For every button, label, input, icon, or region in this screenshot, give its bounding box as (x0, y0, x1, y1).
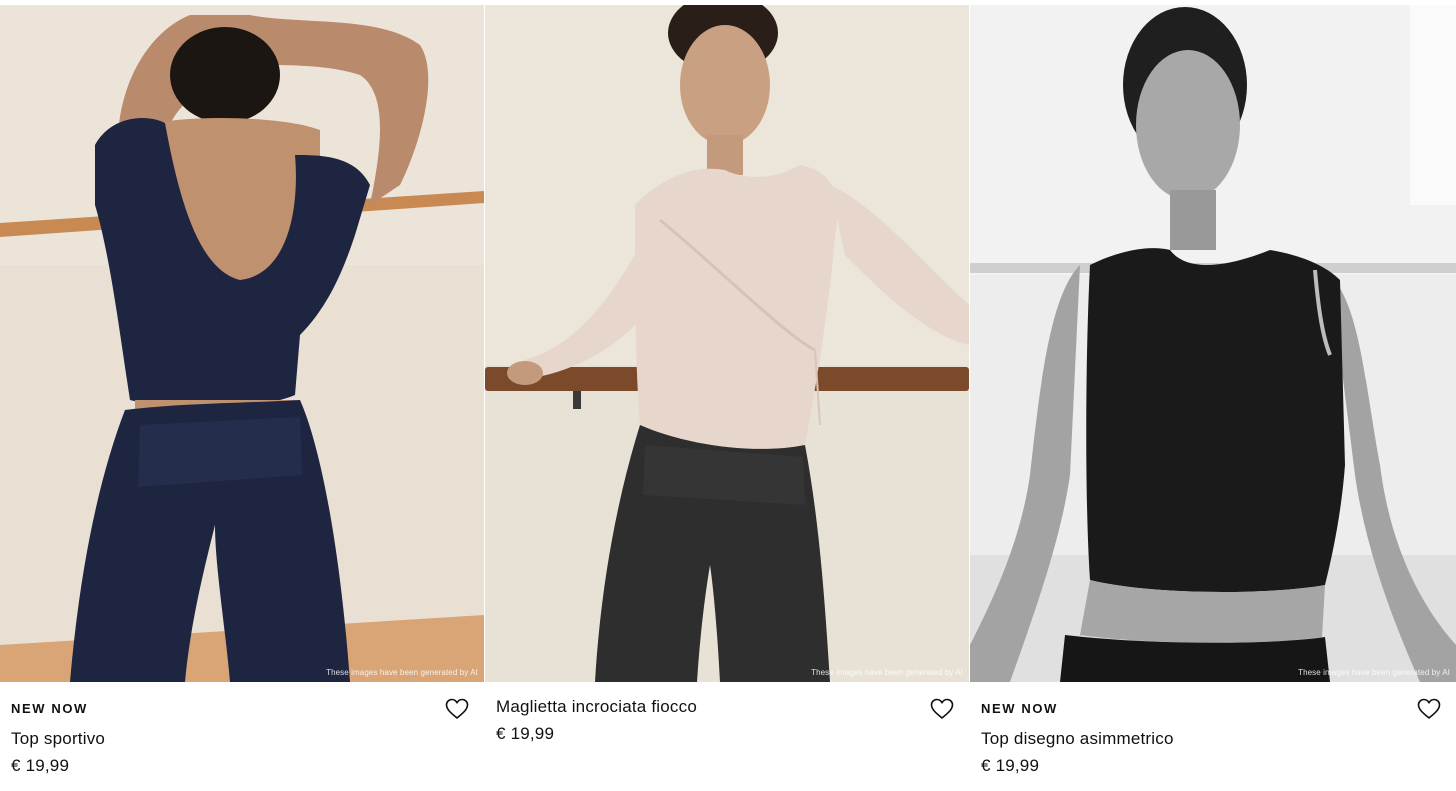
product-info: NEW NOW Top sportivo € 19,99 (11, 682, 474, 791)
product-image[interactable]: These images have been generated by AI (0, 5, 484, 682)
product-price: € 19,99 (496, 724, 555, 743)
heart-outline-icon[interactable] (1417, 698, 1441, 720)
product-name[interactable]: Top disegno asimmetrico (981, 729, 1174, 749)
new-badge: NEW NOW (981, 701, 1058, 716)
product-image[interactable]: These images have been generated by AI (485, 5, 969, 682)
product-image[interactable]: These images have been generated by AI (970, 5, 1456, 682)
product-price: € 19,99 (981, 756, 1040, 775)
product-name[interactable]: Top sportivo (11, 729, 105, 749)
product-info: Maglietta incrociata fiocco € 19,99 (496, 682, 959, 791)
product-photo-black-asymmetric-top (970, 5, 1456, 682)
product-card[interactable]: These images have been generated by AI M… (485, 0, 969, 791)
heart-outline-icon[interactable] (930, 698, 954, 720)
ai-generated-note: These images have been generated by AI (811, 668, 963, 677)
new-badge: NEW NOW (11, 701, 88, 716)
product-price: € 19,99 (11, 756, 70, 775)
ai-generated-note: These images have been generated by AI (326, 668, 478, 677)
product-grid: These images have been generated by AI N… (0, 0, 1456, 791)
product-photo-navy-top (0, 5, 484, 682)
product-card[interactable]: These images have been generated by AI N… (0, 0, 484, 791)
product-info: NEW NOW Top disegno asimmetrico € 19,99 (981, 682, 1446, 791)
product-photo-blush-wrap-top (485, 5, 969, 682)
product-name[interactable]: Maglietta incrociata fiocco (496, 697, 697, 717)
ai-generated-note: These images have been generated by AI (1298, 668, 1450, 677)
heart-outline-icon[interactable] (445, 698, 469, 720)
product-card[interactable]: These images have been generated by AI N… (970, 0, 1456, 791)
